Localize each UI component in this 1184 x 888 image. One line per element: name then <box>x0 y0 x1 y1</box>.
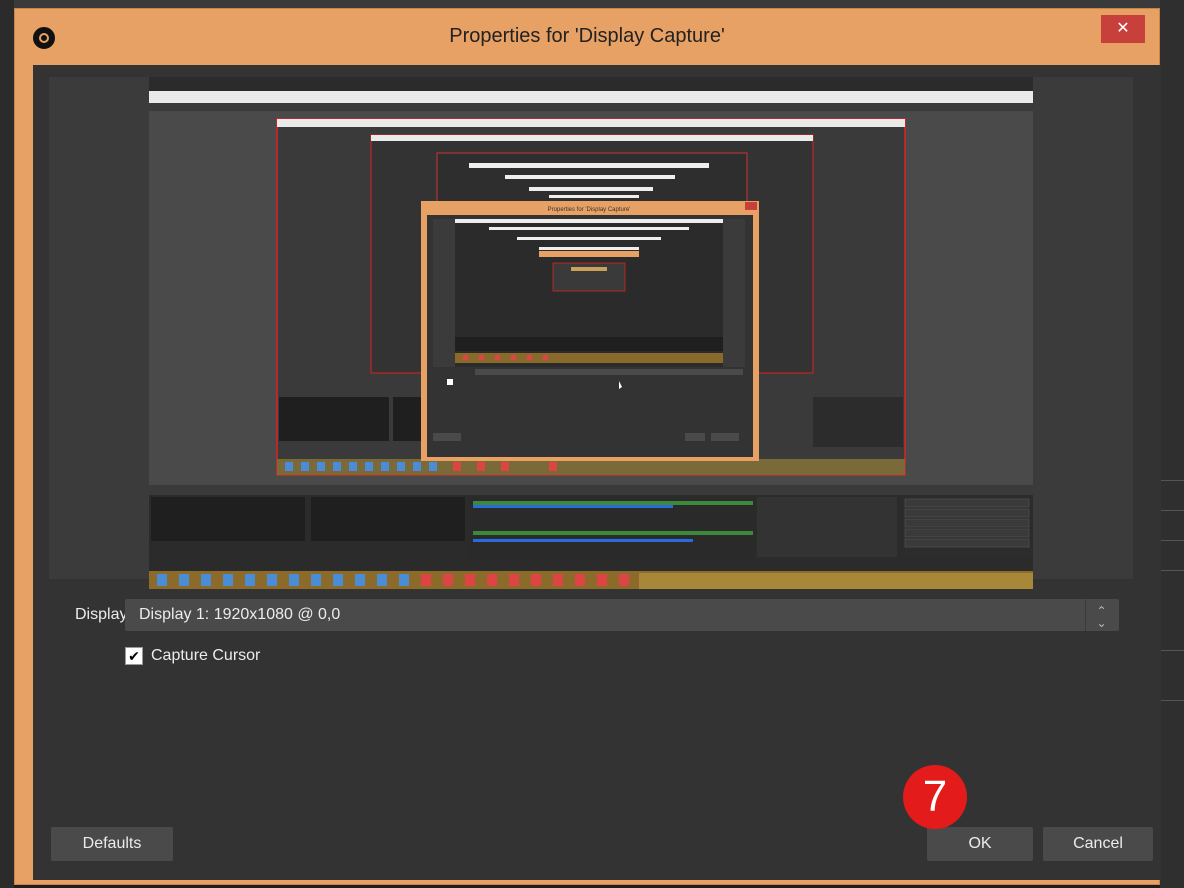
display-spinner[interactable]: ⌃ ⌄ <box>1085 599 1117 631</box>
capture-cursor-checkbox[interactable]: ✔ <box>125 647 143 665</box>
chevron-down-icon: ⌄ <box>1096 616 1107 630</box>
capture-preview: Properties for 'Display Capture' <box>49 77 1133 589</box>
nested-dialog-title: Properties for 'Display Capture' <box>548 207 631 213</box>
defaults-button[interactable]: Defaults <box>51 827 173 861</box>
display-select[interactable]: Display 1: 1920x1080 @ 0,0 <box>125 599 1119 631</box>
dialog-client-area: Properties for 'Display Capture' Display… <box>33 65 1161 880</box>
capture-cursor-label: Capture Cursor <box>151 647 261 664</box>
background-desktop-left <box>0 0 14 888</box>
cancel-button[interactable]: Cancel <box>1043 827 1153 861</box>
dialog-title: Properties for 'Display Capture' <box>449 25 725 47</box>
background-desktop-right <box>1160 0 1184 888</box>
close-button[interactable]: ✕ <box>1101 15 1145 43</box>
step-number-badge: 7 <box>903 765 967 829</box>
display-label: Display <box>75 606 128 623</box>
preview-screenshot: Properties for 'Display Capture' <box>149 91 1033 589</box>
properties-dialog: Properties for 'Display Capture' ✕ Prope… <box>14 8 1161 885</box>
dialog-titlebar[interactable]: Properties for 'Display Capture' ✕ <box>15 9 1159 63</box>
ok-button[interactable]: OK <box>927 827 1033 861</box>
